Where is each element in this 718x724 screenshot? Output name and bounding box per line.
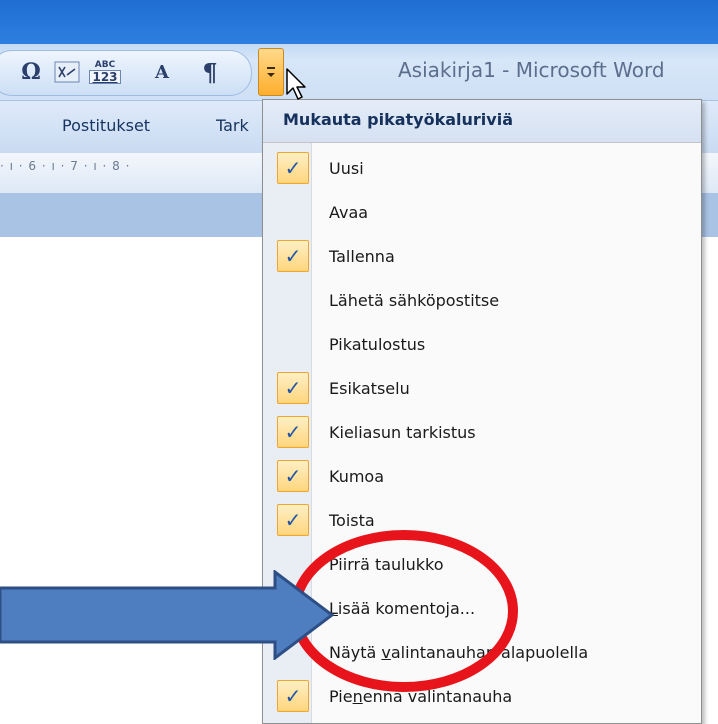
menu-item-label: Pikatulostus (329, 335, 426, 354)
menu-item-avaa[interactable]: Avaa (263, 191, 701, 235)
spelling-abc-label: ABC (94, 59, 116, 70)
menu-item-kieliasun-tarkistus[interactable]: ✓ Kieliasun tarkistus (263, 411, 701, 455)
tab-tarkista[interactable]: Tark (216, 116, 249, 135)
menu-header-title: Mukauta pikatyökaluriviä (283, 110, 513, 129)
spelling-123-label: 123 (89, 69, 121, 84)
spelling-abc-123-icon[interactable]: ABC 123 (88, 58, 122, 86)
menu-item-label: Avaa (329, 203, 369, 222)
paragraph-mark-icon[interactable]: ¶ (198, 58, 222, 87)
menu-item-label: Uusi (329, 159, 364, 178)
menu-item-laheta-sahkopostitse[interactable]: Lähetä sähköpostitse (263, 279, 701, 323)
menu-item-uusi[interactable]: ✓ Uusi (263, 147, 701, 191)
ruler-marks: · ı · 6 · ı · 7 · ı · 8 · (0, 159, 131, 173)
customize-qat-dropdown-button[interactable] (258, 48, 284, 96)
pointer-arrow (0, 570, 335, 660)
window-top-strip (0, 0, 718, 44)
mouse-cursor-icon (286, 68, 306, 100)
menu-item-label: Lähetä sähköpostitse (329, 291, 500, 310)
menu-item-pikatulostus[interactable]: Pikatulostus (263, 323, 701, 367)
menu-header: Mukauta pikatyökaluriviä (263, 100, 701, 143)
menu-item-tallenna[interactable]: ✓ Tallenna (263, 235, 701, 279)
omega-symbol-icon[interactable]: Ω (18, 58, 44, 86)
equation-icon[interactable] (52, 58, 82, 86)
menu-item-label: Kieliasun tarkistus (329, 423, 476, 442)
checkmark-icon: ✓ (277, 460, 309, 492)
menu-item-label: Tallenna (329, 247, 395, 266)
font-size-icon[interactable]: A (150, 58, 174, 86)
menu-item-label: Kumoa (329, 467, 385, 486)
checkmark-icon: ✓ (277, 152, 309, 184)
menu-item-kumoa[interactable]: ✓ Kumoa (263, 455, 701, 499)
checkmark-icon: ✓ (277, 416, 309, 448)
checkmark-icon: ✓ (277, 372, 309, 404)
tab-postitukset[interactable]: Postitukset (62, 116, 150, 135)
menu-item-label: Esikatselu (329, 379, 410, 398)
checkmark-icon: ✓ (277, 240, 309, 272)
menu-item-esikatselu[interactable]: ✓ Esikatselu (263, 367, 701, 411)
window-title: Asiakirja1 - Microsoft Word (398, 58, 665, 82)
